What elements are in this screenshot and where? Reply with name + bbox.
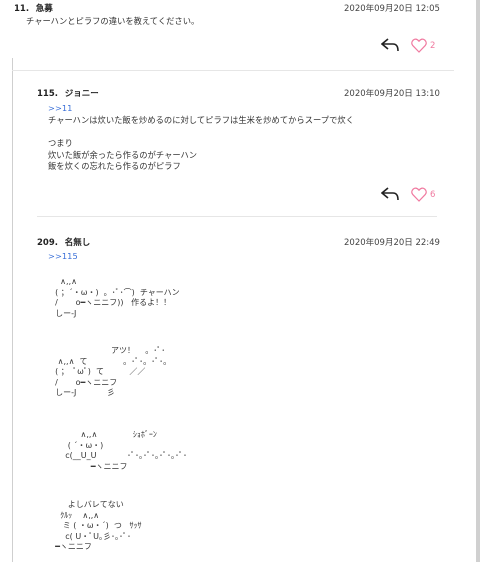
comment-number: 11.: [14, 4, 30, 14]
reply-icon[interactable]: [381, 187, 399, 201]
comment-body: チャーハンは炊いた飯を炒めるのに対してピラフは生米を炒めてからスープで炊く つま…: [48, 115, 354, 171]
heart-icon[interactable]: [411, 187, 427, 202]
ascii-art-block: ∧,,∧ ( ；´・ω・) 。･ﾟ･⌒) チャーハン / o━ヽニニフ)) 作る…: [55, 277, 180, 318]
like-count: 6: [430, 190, 436, 200]
ascii-art-block: ∧,,∧ ｼｮﾎﾞｰﾝ ( ´・ω・) c(__U_U ･ﾟ･｡･ﾟ･｡･ﾟ･｡…: [65, 430, 188, 471]
comment-header: 209. 名無し: [37, 236, 90, 248]
comment-date: 2020年09月20日 12:05: [344, 4, 440, 14]
comment-header: 11. 急募: [14, 2, 53, 14]
comment-date: 2020年09月20日 22:49: [344, 238, 440, 248]
reply-anchor-link[interactable]: >>115: [48, 251, 78, 261]
scrollbar-track[interactable]: [476, 0, 480, 562]
divider: [37, 216, 437, 217]
ascii-art-block: よしバレてない ｸﾙｯ ∧,,∧ ミ ( ・ω・´) つ ｻｯｻ c( U・ﾟU…: [55, 500, 142, 551]
comment-author: 急募: [35, 4, 53, 14]
comment-author: 名無し: [64, 238, 91, 248]
reply-anchor-link[interactable]: >>11: [48, 103, 72, 113]
comment-thread: 11. 急募 2020年09月20日 12:05 チャーハンとピラフの違いを教え…: [0, 0, 480, 562]
divider: [12, 70, 454, 71]
ascii-art-block: アツ！ 。･ﾟ･ ∧,,∧ て 。･ﾟ･。･ﾟ･。 ( ； ﾟωﾟ) て ／／ …: [55, 346, 172, 397]
comment-author: ジョニー: [64, 89, 99, 99]
comment-date: 2020年09月20日 13:10: [344, 89, 440, 99]
like-count: 2: [430, 41, 436, 51]
comment-number: 115.: [37, 89, 58, 99]
comment-header: 115. ジョニー: [37, 87, 99, 99]
thread-indent-line: [12, 58, 13, 562]
comment-number: 209.: [37, 238, 58, 248]
comment-body: チャーハンとピラフの違いを教えてください。: [26, 16, 200, 26]
reply-icon[interactable]: [381, 38, 399, 52]
heart-icon[interactable]: [411, 38, 427, 53]
